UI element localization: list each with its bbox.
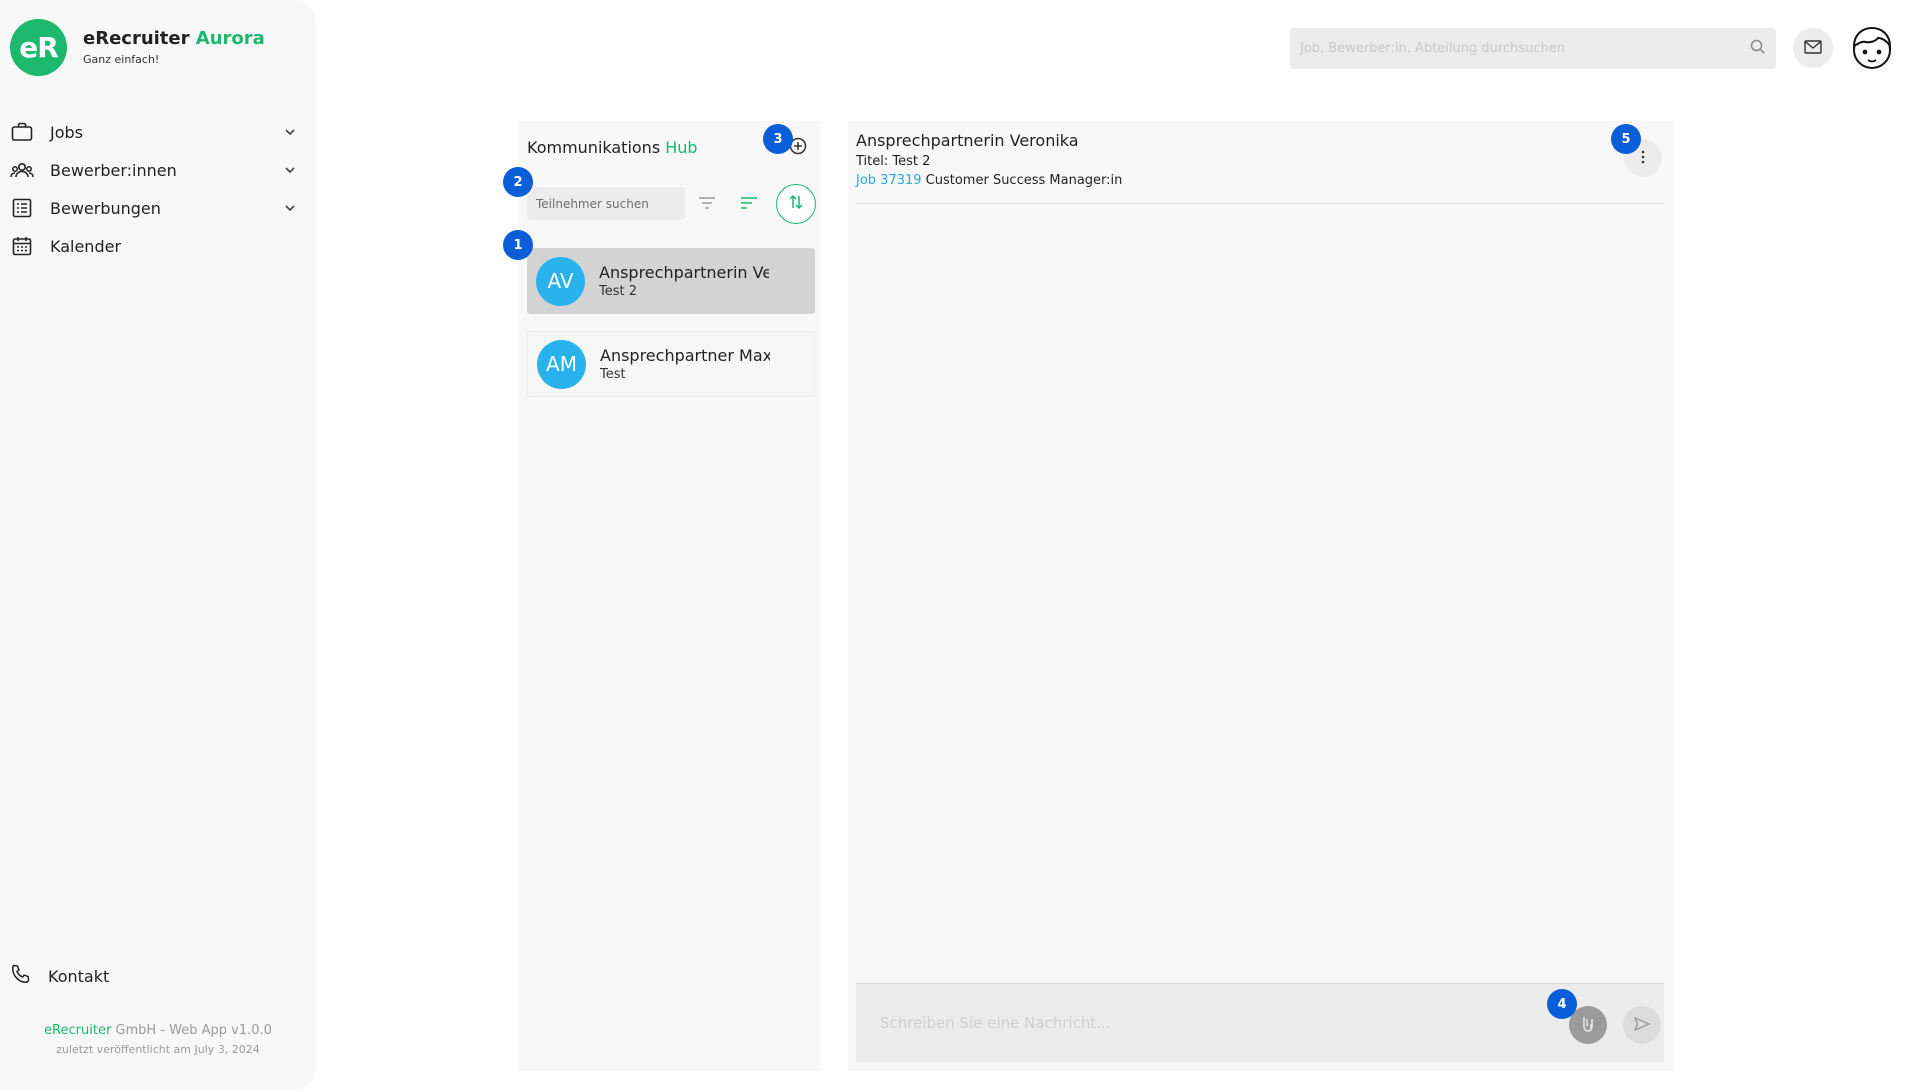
- search-icon[interactable]: [1750, 39, 1766, 59]
- sort-icon: [740, 195, 758, 214]
- briefcase-icon: [10, 120, 34, 144]
- message-input[interactable]: [880, 1014, 1640, 1032]
- phone-icon: [10, 963, 32, 989]
- step-badge-4: 4: [1547, 989, 1577, 1019]
- contact-label: Kontakt: [48, 966, 110, 986]
- global-search[interactable]: [1290, 28, 1776, 69]
- sidebar-item-bewerbungen[interactable]: Bewerbungen: [10, 193, 300, 223]
- conversation-name: Ansprechpartner Maxmilian: [600, 346, 770, 365]
- footer-company-rest: GmbH - Web App v1.0.0: [111, 1023, 272, 1038]
- hub-title-text: Kommunikations: [527, 138, 661, 157]
- sidebar-item-kalender[interactable]: Kalender: [10, 231, 300, 261]
- logo[interactable]: eR: [10, 19, 67, 76]
- mail-icon: [1804, 39, 1822, 58]
- chevron-down-icon[interactable]: [280, 198, 300, 218]
- sidebar-item-label: Bewerber:innen: [50, 160, 177, 180]
- sort-direction-toggle[interactable]: [776, 184, 816, 224]
- filter-icon: [698, 195, 716, 214]
- user-avatar[interactable]: [1848, 24, 1896, 72]
- participant-search-input[interactable]: [536, 196, 676, 211]
- send-button[interactable]: [1623, 1006, 1661, 1044]
- message-composer: [856, 983, 1664, 1062]
- sidebar-item-jobs[interactable]: Jobs: [10, 117, 300, 147]
- sort-button[interactable]: [734, 189, 764, 219]
- list-icon: [10, 196, 34, 220]
- calendar-icon: [10, 234, 34, 258]
- sidebar-item-bewerber[interactable]: Bewerber:innen: [10, 155, 300, 185]
- brand-name: eRecruiter Aurora: [83, 28, 265, 49]
- avatar: AV: [536, 256, 585, 306]
- chevron-down-icon[interactable]: [280, 160, 300, 180]
- footer-version: eRecruiter GmbH - Web App v1.0.0: [0, 1023, 316, 1038]
- sidebar-item-label: Kalender: [50, 236, 122, 256]
- filter-button[interactable]: [692, 189, 722, 219]
- communication-hub-panel: Kommunikations Hub AV Ansprechpartnerin …: [519, 121, 821, 1071]
- kebab-menu-icon: [1641, 149, 1645, 168]
- conversation-subtitle: Test: [600, 367, 626, 382]
- conversation-name: Ansprechpartnerin Veronika: [599, 263, 769, 282]
- sidebar-item-kontakt[interactable]: Kontakt: [10, 963, 109, 989]
- brand-name-accent: Aurora: [195, 28, 265, 49]
- brand-name-text: eRecruiter: [83, 28, 190, 49]
- chat-job-info: Job 37319 Customer Success Manager:in: [856, 173, 1122, 188]
- divider: [856, 203, 1664, 204]
- footer-company-accent: eRecruiter: [44, 1023, 112, 1038]
- people-icon: [10, 158, 34, 182]
- chat-panel: Ansprechpartnerin Veronika Titel: Test 2…: [848, 121, 1673, 1071]
- job-title: Customer Success Manager:in: [921, 173, 1123, 188]
- face-icon: [1852, 26, 1892, 69]
- participant-search[interactable]: [527, 187, 685, 220]
- step-badge-2: 2: [503, 167, 533, 197]
- job-link[interactable]: Job 37319: [856, 173, 922, 188]
- conversation-item[interactable]: AV Ansprechpartnerin Veronika Test 2: [527, 248, 815, 314]
- footer-release: zuletzt veröffentlicht am July 3, 2024: [56, 1043, 260, 1056]
- conversation-subtitle: Test 2: [599, 284, 638, 299]
- swap-vertical-icon: [787, 193, 805, 215]
- avatar: AM: [537, 339, 586, 389]
- step-badge-1: 1: [503, 230, 533, 260]
- sidebar-item-label: Bewerbungen: [50, 198, 161, 218]
- chat-title: Ansprechpartnerin Veronika: [856, 131, 1079, 150]
- global-search-input[interactable]: [1300, 41, 1750, 56]
- mail-button[interactable]: [1793, 28, 1833, 68]
- sidebar-item-label: Jobs: [50, 122, 83, 142]
- chevron-down-icon[interactable]: [280, 122, 300, 142]
- conversation-item[interactable]: AM Ansprechpartner Maxmilian Test: [527, 331, 815, 397]
- attachment-icon: [1581, 1014, 1595, 1036]
- sidebar: eR eRecruiter Aurora Ganz einfach! Jobs …: [0, 0, 316, 1090]
- brand-tagline: Ganz einfach!: [83, 53, 160, 66]
- hub-title-accent: Hub: [665, 138, 698, 157]
- hub-title: Kommunikations Hub: [527, 138, 698, 157]
- step-badge-3: 3: [763, 124, 793, 154]
- step-badge-5: 5: [1611, 124, 1641, 154]
- send-icon: [1633, 1016, 1651, 1035]
- chat-subtitle: Titel: Test 2: [856, 154, 931, 169]
